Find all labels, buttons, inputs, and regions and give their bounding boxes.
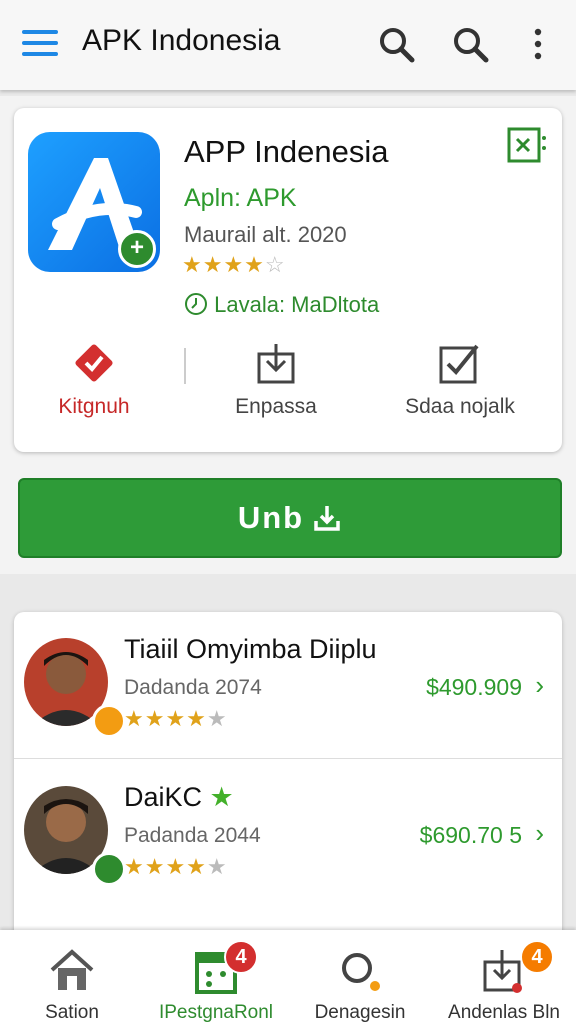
home-icon [50, 949, 94, 990]
list-item-price: $690.70 5 [419, 822, 522, 848]
list-item-price: $490.909 [426, 674, 522, 700]
list-item-name: Tiaiil Omyimba Diiplu [124, 634, 377, 664]
app-rating-stars: ★★★★☆ [182, 252, 286, 277]
search-icon [342, 953, 380, 991]
app-date: Maurail alt. 2020 [184, 222, 347, 247]
star-icon: ★ [209, 782, 234, 812]
list-item-date: Dadanda 2074 [124, 676, 262, 699]
notification-badge: 4 [520, 940, 554, 974]
search-icon[interactable] [450, 24, 490, 64]
action-label-3: Sdaa nojalk [405, 395, 515, 418]
action-button-1[interactable]: Kitgnuh [14, 340, 174, 419]
nav-item-home[interactable]: Sation [0, 938, 144, 1024]
nav-label-search: Denagesin [314, 1002, 406, 1023]
chevron-right-icon[interactable]: › [535, 818, 544, 849]
nav-item-calendar[interactable]: 4 IPestgnaRonl [144, 938, 288, 1024]
action-label-1: Kitgnuh [58, 395, 130, 418]
nav-item-downloads[interactable]: 4 Andenlas Bln [432, 938, 576, 1024]
clock-icon [185, 293, 207, 315]
top-app-bar: APK Indonesia [0, 0, 576, 90]
app-subtitle: Apln: APK [184, 184, 297, 212]
action-button-3[interactable]: Sdaa nojalk [380, 340, 540, 419]
checkbox-icon [439, 344, 479, 384]
developer-list-card: Tiaiil Omyimba Diiplu Dadanda 2074 ★★★★★… [14, 612, 562, 942]
app-status-badge: Lavala: MaDltota [184, 292, 379, 318]
main-install-button[interactable]: Unb [18, 478, 562, 558]
list-item-date: Padanda 2044 [124, 824, 261, 847]
download-icon [314, 506, 340, 531]
notification-badge: 4 [224, 940, 258, 974]
spreadsheet-icon[interactable] [506, 126, 548, 166]
list-item-rating: ★★★★★ [124, 706, 228, 731]
nav-label-home: Sation [45, 1002, 99, 1023]
divider [14, 758, 562, 759]
app-title: APP Indenesia [184, 134, 389, 169]
nav-item-search[interactable]: Denagesin [288, 938, 432, 1024]
app-logo-icon: + [28, 132, 160, 272]
more-vert-icon[interactable] [518, 24, 558, 64]
chevron-right-icon[interactable]: › [535, 670, 544, 701]
diamond-check-icon [75, 344, 113, 382]
action-label-2: Enpassa [235, 395, 317, 418]
app-detail-card: + APP Indenesia Apln: APK Maurail alt. 2… [14, 108, 562, 452]
list-item[interactable]: Tiaiil Omyimba Diiplu Dadanda 2074 ★★★★★… [14, 612, 562, 759]
status-badge [92, 704, 126, 738]
nav-label-calendar: IPestgnaRonl [158, 1002, 274, 1023]
list-item-rating: ★★★★★ [124, 854, 228, 879]
main-button-label: Unb [237, 500, 305, 535]
plus-badge-icon: + [118, 230, 156, 268]
divider [184, 348, 186, 384]
action-button-2[interactable]: Enpassa [196, 340, 356, 419]
app-bar-title: APK Indonesia [82, 24, 281, 57]
search-icon[interactable] [376, 24, 416, 64]
nav-label-downloads: Andenlas Bln [448, 1002, 560, 1023]
bottom-navigation: Sation 4 IPestgnaRonl Denagesin 4 Andenl… [0, 930, 576, 1024]
list-item-name: DaiKC ★ [124, 782, 234, 813]
app-status-text: Lavala: MaDltota [214, 292, 380, 317]
status-badge [92, 852, 126, 886]
hamburger-menu-icon[interactable] [22, 30, 58, 56]
download-box-icon [257, 344, 295, 384]
list-item-name-text: DaiKC [124, 782, 203, 812]
list-item[interactable]: DaiKC ★ Padanda 2044 ★★★★★ $690.70 5 › [14, 760, 562, 906]
